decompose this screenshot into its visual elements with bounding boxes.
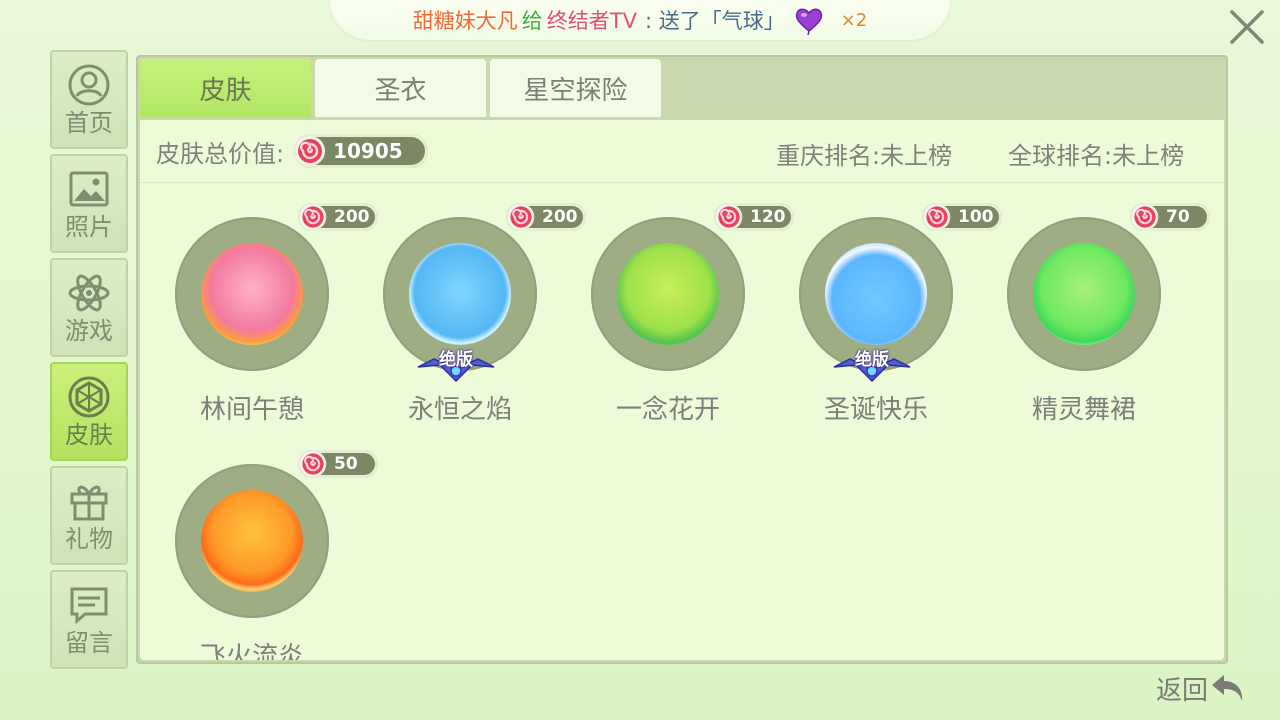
sidebar-item-label: 皮肤	[65, 420, 113, 449]
sidebar-item-label: 照片	[65, 212, 113, 241]
sidebar-item-label: 留言	[65, 628, 113, 657]
close-icon	[1230, 10, 1264, 44]
total-value-badge: 10905	[294, 134, 429, 168]
broadcast-sender: 甜糖妹大凡	[412, 9, 518, 33]
skins-summary: 皮肤总价值: 10905 重庆排名:未上榜 全球排名:未上榜	[140, 120, 1224, 183]
rank-city: 重庆排名:未上榜	[776, 142, 953, 170]
message-icon	[67, 583, 111, 627]
skin-slot	[175, 217, 329, 371]
sidebar-item-skins[interactable]: 皮肤	[50, 362, 128, 461]
sidebar-item-label: 首页	[65, 108, 113, 137]
skin-orb	[201, 243, 303, 345]
tab-holy-cloth[interactable]: 圣衣	[315, 59, 486, 117]
close-button[interactable]	[1226, 6, 1268, 48]
candy-icon	[507, 203, 535, 231]
limited-edition-badge: 绝版	[410, 347, 502, 383]
gift-icon	[67, 479, 111, 523]
sidebar-item-gifts[interactable]: 礼物	[50, 466, 128, 565]
skin-orb	[201, 490, 303, 592]
skin-card[interactable]: 70 精灵舞裙	[972, 183, 1210, 425]
photo-icon	[67, 167, 111, 211]
gift-broadcast-banner: 甜糖妹大凡 给 终结者TV : 送了「气球」 ×2	[330, 0, 950, 40]
skin-name: 精灵舞裙	[1031, 395, 1136, 425]
return-arrow-icon	[1212, 675, 1243, 701]
person-icon	[67, 63, 111, 107]
sidebar-item-games[interactable]: 游戏	[50, 258, 128, 357]
broadcast-message: : 送了「气球」	[644, 9, 785, 33]
skin-price: 70	[1166, 207, 1190, 227]
skin-orb	[825, 243, 927, 345]
skin-orb	[1033, 243, 1135, 345]
skin-name: 飞火流炎	[199, 642, 304, 660]
sidebar-item-photos[interactable]: 照片	[50, 154, 128, 253]
limited-edition-badge: 绝版	[826, 347, 918, 383]
skin-name: 圣诞快乐	[823, 395, 928, 425]
skin-price-badge: 70	[1130, 203, 1210, 231]
candy-icon	[923, 203, 951, 231]
skin-card[interactable]: 200 林间午憩	[140, 183, 378, 425]
limited-edition-label: 绝版	[439, 350, 473, 370]
skin-price-badge: 50	[298, 450, 378, 478]
atom-icon	[67, 271, 111, 315]
candy-icon	[1131, 203, 1159, 231]
skin-price: 50	[334, 454, 358, 474]
tab-skins[interactable]: 皮肤	[140, 59, 311, 117]
candy-icon	[299, 203, 327, 231]
total-value-label: 皮肤总价值:	[156, 139, 285, 168]
limited-edition-label: 绝版	[855, 350, 889, 370]
sidebar: 首页 照片 游戏 皮肤 礼物 留言	[50, 50, 128, 674]
back-label: 返回	[1156, 675, 1209, 706]
skin-card[interactable]: 100 绝版 圣诞快乐	[764, 183, 1002, 425]
skin-name: 一念花开	[615, 395, 720, 425]
skin-orb	[617, 243, 719, 345]
sidebar-item-messages[interactable]: 留言	[50, 570, 128, 669]
skin-slot	[1007, 217, 1161, 371]
sidebar-item-home[interactable]: 首页	[50, 50, 128, 149]
tab-bar: 皮肤 圣衣 星空探险	[140, 59, 661, 119]
skin-orb	[409, 243, 511, 345]
back-button[interactable]: 返回	[1156, 668, 1248, 708]
skin-card[interactable]: 200 绝版 永恒之焰	[348, 183, 586, 425]
skin-name: 永恒之焰	[407, 395, 512, 425]
candy-icon	[295, 136, 326, 166]
skin-slot	[591, 217, 745, 371]
broadcast-give-word: 给	[521, 9, 543, 33]
broadcast-receiver: 终结者TV	[546, 9, 637, 33]
broadcast-count: ×2	[840, 9, 868, 31]
skins-panel: 皮肤 圣衣 星空探险 皮肤总价值: 10905 重庆排名:未上榜 全球排名:未上…	[136, 55, 1228, 664]
heart-balloon-icon	[795, 8, 822, 36]
skin-name: 林间午憩	[199, 395, 304, 425]
skin-slot	[175, 464, 329, 618]
sidebar-item-label: 礼物	[65, 524, 113, 553]
diamond-icon	[67, 375, 111, 419]
candy-icon	[299, 450, 327, 478]
tab-star-adventure[interactable]: 星空探险	[490, 59, 661, 117]
skin-card[interactable]: 50 飞火流炎	[140, 430, 378, 660]
sidebar-item-label: 游戏	[65, 316, 113, 345]
skin-card[interactable]: 120 一念花开	[556, 183, 794, 425]
candy-icon	[715, 203, 743, 231]
total-value: 10905	[333, 139, 403, 163]
skins-content[interactable]: 皮肤总价值: 10905 重庆排名:未上榜 全球排名:未上榜 200 林间午憩	[140, 120, 1224, 660]
rank-global: 全球排名:未上榜	[1008, 142, 1185, 170]
